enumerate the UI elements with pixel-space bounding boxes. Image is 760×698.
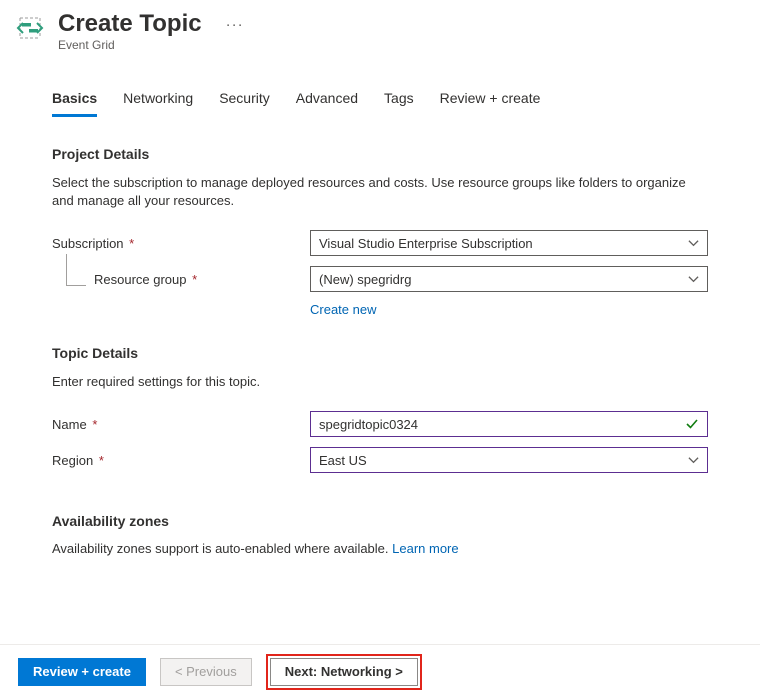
next-button-highlight: Next: Networking > [266,654,422,690]
tree-line [66,254,86,286]
page-subtitle: Event Grid [58,38,202,52]
tabs: Basics Networking Security Advanced Tags… [52,90,708,118]
page-title: Create Topic [58,10,202,38]
more-icon[interactable]: ··· [226,16,244,33]
tab-basics[interactable]: Basics [52,90,97,117]
tab-review-create[interactable]: Review + create [440,90,541,117]
check-icon [685,417,699,431]
subscription-label: Subscription * [52,236,134,251]
tab-security[interactable]: Security [219,90,270,117]
availability-zones-heading: Availability zones [52,513,708,529]
project-details-description: Select the subscription to manage deploy… [52,174,708,210]
footer: Review + create < Previous Next: Network… [0,644,760,698]
tab-networking[interactable]: Networking [123,90,193,117]
resource-group-value: (New) spegridrg [319,272,411,287]
availability-zones-text: Availability zones support is auto-enabl… [52,541,708,556]
create-new-link[interactable]: Create new [310,302,376,317]
topic-details-description: Enter required settings for this topic. [52,373,708,391]
topic-details-heading: Topic Details [52,345,708,361]
region-select[interactable]: East US [310,447,708,473]
previous-button: < Previous [160,658,252,686]
resource-group-label: Resource group * [94,272,197,287]
chevron-down-icon [688,455,699,466]
subscription-value: Visual Studio Enterprise Subscription [319,236,533,251]
resource-group-select[interactable]: (New) spegridrg [310,266,708,292]
name-label: Name * [52,417,97,432]
name-input[interactable]: spegridtopic0324 [310,411,708,437]
chevron-down-icon [688,238,699,249]
region-label: Region * [52,453,104,468]
learn-more-link[interactable]: Learn more [392,541,458,556]
tab-advanced[interactable]: Advanced [296,90,358,117]
topic-icon [16,14,44,42]
next-button[interactable]: Next: Networking > [270,658,418,686]
project-details-heading: Project Details [52,146,708,162]
subscription-select[interactable]: Visual Studio Enterprise Subscription [310,230,708,256]
tab-tags[interactable]: Tags [384,90,414,117]
chevron-down-icon [688,274,699,285]
region-value: East US [319,453,367,468]
review-create-button[interactable]: Review + create [18,658,146,686]
name-value: spegridtopic0324 [319,417,418,432]
